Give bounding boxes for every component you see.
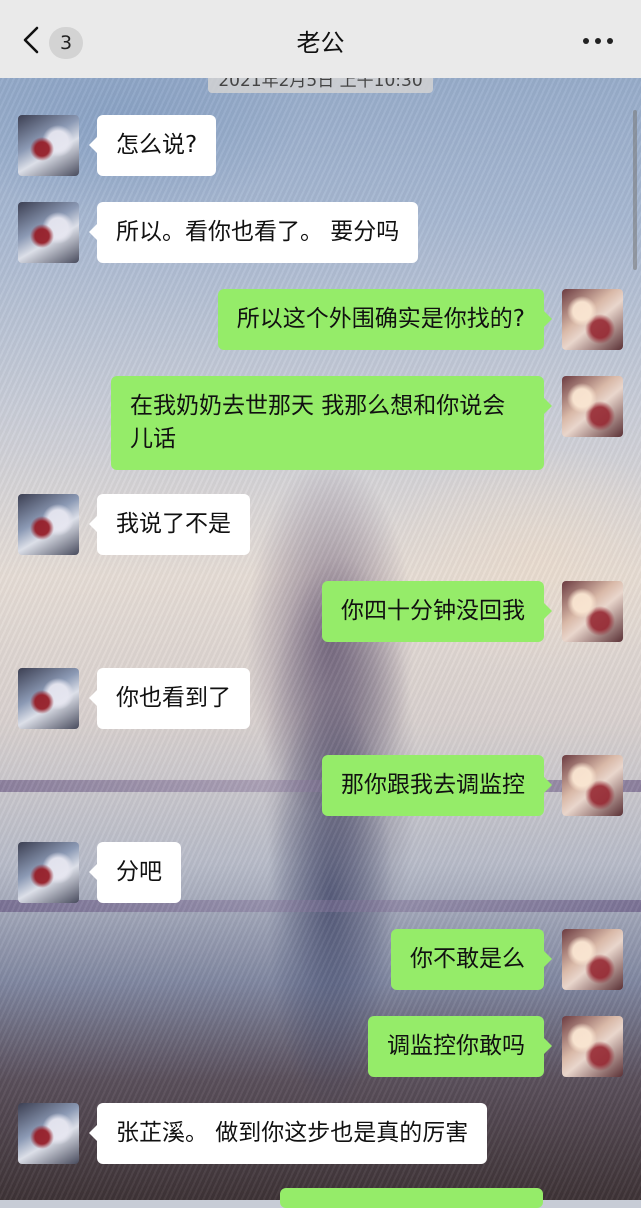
chat-title: 老公 xyxy=(296,29,345,57)
message-bubble-sent[interactable]: 所以这个外围确实是你找的? xyxy=(217,289,553,350)
message-bubble-received[interactable]: 你也看到了 xyxy=(89,668,250,729)
message-bubble-received[interactable]: 分吧 xyxy=(89,842,181,903)
avatar[interactable] xyxy=(18,202,79,263)
message-bubble-sent[interactable]: 你不敢是么 xyxy=(391,929,552,990)
background-texture xyxy=(0,0,641,1200)
avatar[interactable] xyxy=(562,929,623,990)
message-bubble-sent[interactable]: 在我奶奶去世那天 我那么想和你说会儿话 xyxy=(111,376,552,470)
avatar[interactable] xyxy=(562,289,623,350)
avatar[interactable] xyxy=(18,1103,79,1164)
avatar[interactable] xyxy=(562,755,623,816)
avatar[interactable] xyxy=(562,376,623,437)
scrollbar[interactable] xyxy=(633,110,637,270)
message-bubble-sent[interactable]: 那你跟我去调监控 xyxy=(322,755,552,816)
avatar[interactable] xyxy=(18,494,79,555)
avatar[interactable] xyxy=(562,1016,623,1077)
chat-header: 3 老公 xyxy=(0,0,641,78)
message-bubble-sent-partial[interactable] xyxy=(280,1188,543,1208)
avatar[interactable] xyxy=(18,115,79,176)
message-bubble-received[interactable]: 张芷溪。 做到你这步也是真的厉害 xyxy=(88,1103,488,1164)
more-dots-icon[interactable] xyxy=(583,38,613,46)
message-bubble-received[interactable]: 怎么说? xyxy=(88,115,217,176)
message-bubble-received[interactable]: 我说了不是 xyxy=(89,494,250,555)
message-bubble-sent[interactable]: 你四十分钟没回我 xyxy=(322,581,552,642)
avatar[interactable] xyxy=(18,842,79,903)
message-bubble-sent[interactable]: 调监控你敢吗 xyxy=(368,1016,552,1077)
avatar[interactable] xyxy=(18,668,79,729)
avatar[interactable] xyxy=(562,581,623,642)
message-bubble-received[interactable]: 所以。看你也看了。 要分吗 xyxy=(88,202,419,263)
